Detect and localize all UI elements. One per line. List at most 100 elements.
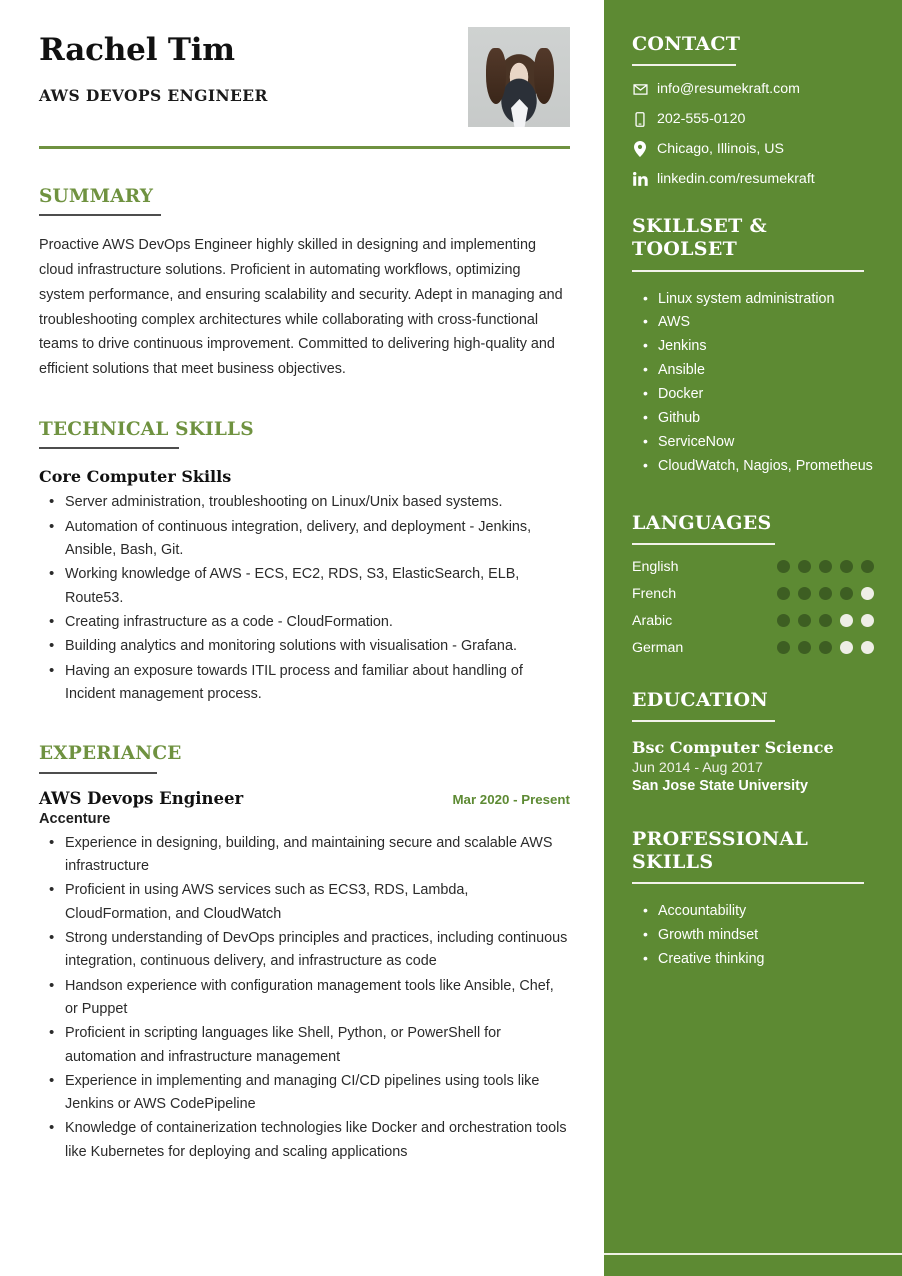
language-level-dots	[777, 560, 874, 574]
language-name: English	[632, 558, 679, 575]
contact-value: linkedin.com/resumekraft	[657, 171, 815, 188]
level-dot-filled	[840, 560, 853, 574]
languages-list: English French Arabic German	[632, 559, 874, 656]
technical-skills-heading: TECHNICAL SKILLS	[39, 418, 254, 440]
contact-item[interactable]: Chicago, Illinois, US	[632, 141, 874, 158]
level-dot-filled	[861, 560, 874, 574]
education-entries: Bsc Computer Science Jun 2014 - Aug 2017 S…	[632, 738, 874, 794]
skillset-heading-rule	[632, 269, 864, 272]
language-level-dots	[777, 614, 874, 628]
list-item: AWS	[643, 310, 874, 334]
level-dot-filled	[819, 641, 832, 655]
sidebar-section-professional-skills: PROFESSIONAL SKILLS AccountabilityGrowth…	[632, 828, 874, 971]
experience-heading: EXPERIANCE	[39, 743, 182, 765]
language-name: French	[632, 585, 677, 602]
level-dot-empty	[861, 614, 874, 628]
level-dot-filled	[840, 587, 853, 601]
level-dot-filled	[819, 614, 832, 628]
level-dot-filled	[798, 560, 811, 574]
languages-heading: LANGUAGES	[632, 511, 772, 534]
list-item: Building analytics and monitoring soluti…	[49, 634, 570, 659]
experience-role: AWS Devops Engineer	[39, 788, 244, 808]
language-row: Arabic	[632, 613, 874, 629]
main-column: Rachel Tim AWS DEVOPS ENGINEER SUMMARY P…	[0, 0, 604, 1276]
contact-heading-rule	[632, 64, 736, 67]
list-item: Server administration, troubleshooting o…	[49, 490, 570, 515]
sidebar-section-contact: CONTACT info@resumekraft.com 202-555-0120…	[632, 33, 874, 187]
technical-skills-heading-rule	[39, 447, 179, 450]
level-dot-filled	[777, 614, 790, 628]
professional-skills-list: AccountabilityGrowth mindsetCreative thi…	[632, 899, 874, 971]
contact-item[interactable]: info@resumekraft.com	[632, 81, 874, 97]
page-title: Rachel Tim	[39, 32, 235, 68]
list-item: Linux system administration	[643, 287, 874, 311]
list-item: CloudWatch, Nagios, Prometheus	[643, 454, 874, 478]
contact-item[interactable]: linkedin.com/resumekraft	[632, 171, 874, 187]
summary-heading: SUMMARY	[39, 186, 154, 207]
section-experience: EXPERIANCE AWS Devops Engineer Mar 2020 -…	[39, 743, 570, 1165]
section-technical-skills: TECHNICAL SKILLS Core Computer Skills Se…	[39, 418, 570, 706]
list-item: Growth mindset	[643, 923, 874, 947]
resume-page: Rachel Tim AWS DEVOPS ENGINEER SUMMARY P…	[0, 0, 902, 1276]
resume-header: Rachel Tim AWS DEVOPS ENGINEER	[39, 27, 570, 127]
languages-heading-rule	[632, 542, 775, 545]
level-dot-empty	[861, 641, 874, 655]
list-item: Accountability	[643, 899, 874, 923]
education-heading-rule	[632, 719, 775, 722]
level-dot-empty	[840, 641, 853, 655]
list-item: Handson experience with configuration ma…	[49, 974, 570, 1022]
experience-bullet-list: Experience in designing, building, and m…	[39, 831, 570, 1165]
header-text-block: Rachel Tim AWS DEVOPS ENGINEER	[39, 27, 268, 105]
level-dot-filled	[777, 587, 790, 601]
list-item: Strong understanding of DevOps principle…	[49, 926, 570, 974]
level-dot-empty	[861, 587, 874, 601]
sidebar: CONTACT info@resumekraft.com 202-555-0120…	[604, 0, 902, 1276]
list-item: Experience in implementing and managing …	[49, 1069, 570, 1117]
summary-text: Proactive AWS DevOps Engineer highly ski…	[39, 237, 563, 378]
profile-photo	[468, 27, 570, 127]
experience-heading-rule	[39, 771, 157, 774]
list-item: Working knowledge of AWS - ECS, EC2, RDS…	[49, 562, 570, 610]
summary-heading-rule	[39, 214, 161, 217]
technical-skills-list: Server administration, troubleshooting o…	[39, 490, 570, 706]
language-level-dots	[777, 587, 874, 601]
photo-hair-right	[533, 48, 554, 104]
education-dates: Jun 2014 - Aug 2017	[632, 760, 763, 777]
language-row: German	[632, 640, 874, 656]
list-item: Experience in designing, building, and m…	[49, 831, 570, 879]
education-school: San Jose State University	[632, 778, 808, 795]
skillset-list: Linux system administrationAWSJenkinsAns…	[632, 287, 874, 478]
section-summary: SUMMARY Proactive AWS DevOps Engineer hi…	[39, 186, 570, 382]
list-item: Knowledge of containerization technologi…	[49, 1116, 570, 1164]
list-item: Ansible	[643, 358, 874, 382]
list-item: ServiceNow	[643, 430, 874, 454]
level-dot-filled	[798, 587, 811, 601]
education-degree: Bsc Computer Science	[632, 737, 834, 757]
linkedin-icon	[632, 171, 648, 187]
list-item: Creating infrastructure as a code - Clou…	[49, 610, 570, 635]
contact-value: info@resumekraft.com	[657, 81, 800, 98]
level-dot-filled	[777, 641, 790, 655]
experience-entry-header: AWS Devops Engineer Mar 2020 - Present	[39, 788, 570, 809]
experience-dates: Mar 2020 - Present	[452, 791, 570, 807]
envelope-icon	[632, 81, 648, 97]
level-dot-filled	[819, 587, 832, 601]
photo-shirt	[511, 99, 528, 127]
level-dot-filled	[798, 641, 811, 655]
education-entry: Bsc Computer Science Jun 2014 - Aug 2017 S…	[632, 738, 874, 794]
list-item: Proficient in using AWS services such as…	[49, 878, 570, 926]
sidebar-bottom-divider	[604, 1253, 902, 1255]
header-job-title: AWS DEVOPS ENGINEER	[39, 86, 268, 106]
language-row: French	[632, 586, 874, 602]
professional-skills-heading-rule	[632, 882, 864, 885]
contact-list: info@resumekraft.com 202-555-0120 Chicago,…	[632, 81, 874, 187]
contact-item[interactable]: 202-555-0120	[632, 111, 874, 127]
experience-entries: AWS Devops Engineer Mar 2020 - Present Acc…	[39, 788, 570, 1165]
level-dot-empty	[840, 614, 853, 628]
level-dot-filled	[798, 614, 811, 628]
sidebar-section-education: EDUCATION Bsc Computer Science Jun 2014 -…	[632, 689, 874, 794]
